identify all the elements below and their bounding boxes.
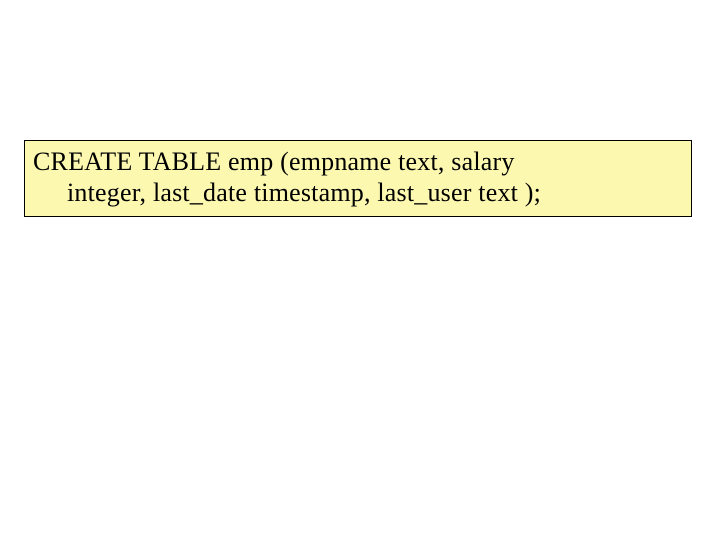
code-line-2: integer, last_date timestamp, last_user …: [33, 178, 683, 209]
sql-code-box: CREATE TABLE emp (empname text, salary i…: [24, 140, 692, 217]
code-line-1: CREATE TABLE emp (empname text, salary: [33, 147, 683, 178]
